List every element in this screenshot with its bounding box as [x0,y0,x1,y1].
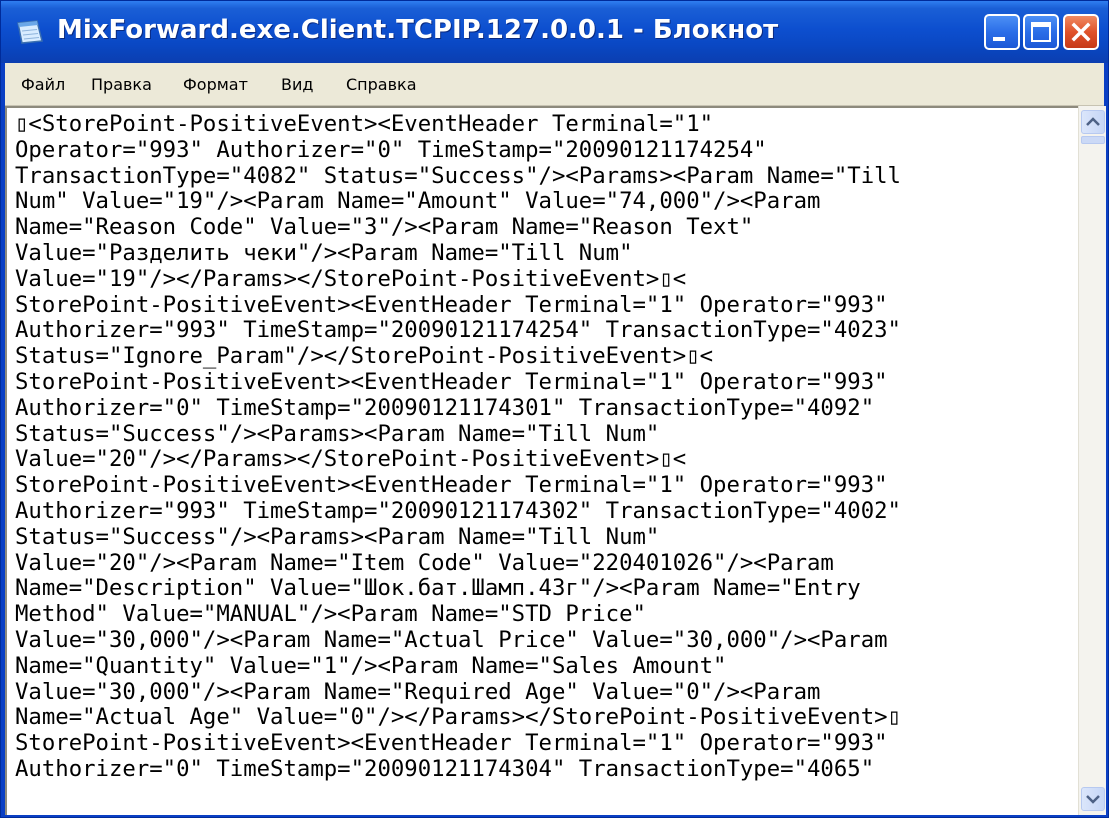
text-line: Method" Value="MANUAL"/><Param Name="STD… [15,601,646,628]
notepad-window: MixForward.exe.Client.TCPIP.127.0.0.1 - … [0,0,1109,818]
maximize-icon [1031,22,1051,42]
minimize-button[interactable] [984,14,1020,50]
menu-file[interactable]: Файл [21,75,65,94]
text-editor[interactable]: ▯<StorePoint-PositiveEvent><EventHeader … [5,106,1078,815]
text-line: Num" Value="19"/><Param Name="Amount" Va… [15,188,821,215]
text-line: Authorizer="0" TimeStamp="20090121174304… [15,756,875,782]
minimize-icon [993,37,1005,41]
text-line: Value="Разделить чеки"/><Param Name="Til… [15,240,633,266]
text-line: Name="Reason Code" Value="3"/><Param Nam… [15,214,754,241]
menu-help[interactable]: Справка [346,75,417,94]
menu-format[interactable]: Формат [183,75,248,94]
text-line: StorePoint-PositiveEvent><EventHeader Te… [15,369,888,395]
text-line: ▯<StorePoint-PositiveEvent><EventHeader … [15,111,714,137]
text-line: Authorizer="0" TimeStamp="20090121174301… [15,394,875,421]
text-line: StorePoint-PositiveEvent><EventHeader Te… [15,291,888,318]
scroll-thumb[interactable] [1081,136,1105,144]
vertical-scrollbar[interactable] [1078,106,1106,815]
window-title: MixForward.exe.Client.TCPIP.127.0.0.1 - … [57,15,779,45]
scroll-up-button[interactable] [1081,110,1105,134]
chevron-up-icon [1086,117,1100,126]
text-line: Operator="993" Authorizer="0" TimeStamp=… [15,136,767,163]
text-line: Name="Actual Age" Value="0"/></Params></… [15,704,901,731]
scroll-down-button[interactable] [1081,787,1105,811]
menu-view[interactable]: Вид [281,75,313,94]
text-line: Authorizer="993" TimeStamp="200901211743… [15,498,901,524]
text-line: Value="20"/><Param Name="Item Code" Valu… [15,549,834,576]
text-line: Value="20"/></Params></StorePoint-Positi… [15,446,687,473]
text-line: TransactionType="4082" Status="Success"/… [15,162,901,189]
text-line: Value="30,000"/><Param Name="Actual Pric… [15,627,888,653]
text-line: Status="Success"/><Params><Param Name="T… [15,523,660,550]
text-line: StorePoint-PositiveEvent><EventHeader Te… [15,730,888,757]
close-button[interactable] [1063,14,1099,50]
menu-bar: Файл Правка Формат Вид Справка [5,63,1104,106]
text-line: Authorizer="993" TimeStamp="200901211742… [15,317,901,344]
chevron-down-icon [1086,795,1100,804]
text-line: Status="Success"/><Params><Param Name="T… [15,420,660,447]
text-line: Status="Ignore_Param"/></StorePoint-Posi… [15,343,714,370]
close-icon [1071,22,1091,42]
text-line: StorePoint-PositiveEvent><EventHeader Te… [15,472,888,499]
text-line: Name="Quantity" Value="1"/><Param Name="… [15,652,727,679]
maximize-button[interactable] [1023,14,1059,50]
notepad-icon [17,20,43,44]
text-line: Value="19"/></Params></StorePoint-Positi… [15,265,687,292]
title-bar[interactable]: MixForward.exe.Client.TCPIP.127.0.0.1 - … [1,1,1108,63]
text-line: Value="30,000"/><Param Name="Required Ag… [15,678,821,705]
text-line: Name="Description" Value="Шок.бат.Шамп.4… [15,575,861,602]
menu-edit[interactable]: Правка [91,75,152,94]
